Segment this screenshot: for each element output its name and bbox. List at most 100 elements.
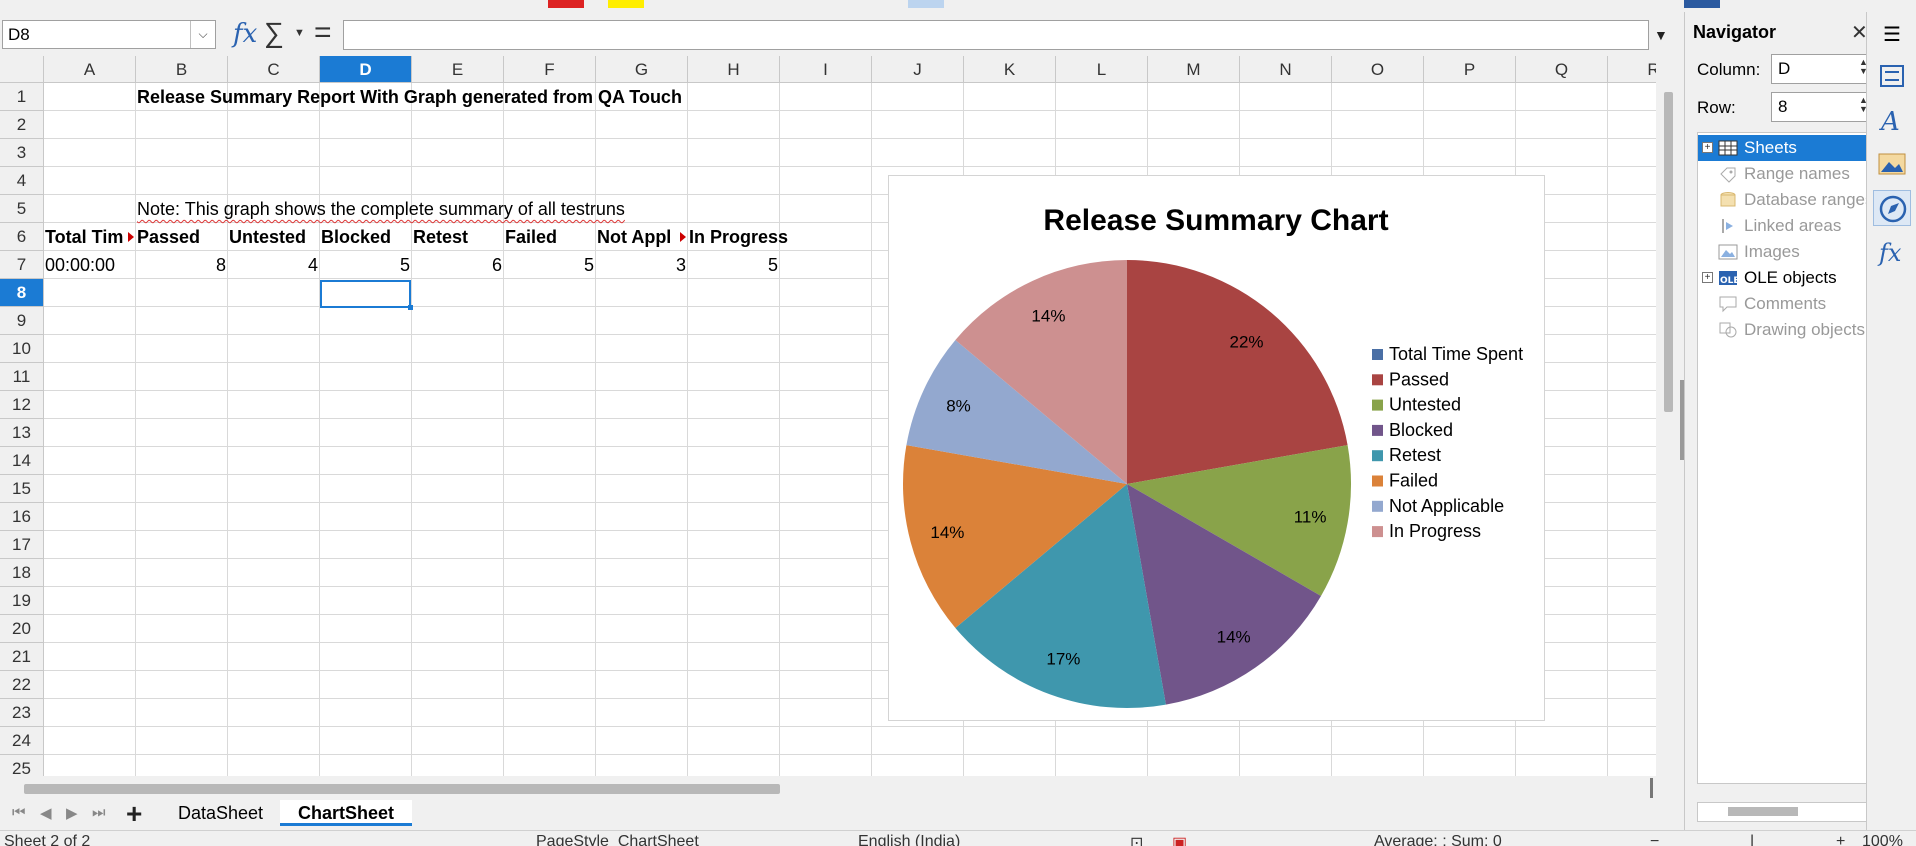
tab-chartsheet[interactable]: ChartSheet: [280, 800, 413, 826]
cell-G7[interactable]: 3: [596, 251, 686, 279]
formula-icon[interactable]: =: [314, 16, 332, 50]
column-header-M[interactable]: M: [1148, 56, 1240, 83]
zoom-out-icon[interactable]: −: [1650, 833, 1659, 846]
row-header-1[interactable]: 1: [0, 83, 44, 111]
column-header-P[interactable]: P: [1424, 56, 1516, 83]
navigator-item-comments[interactable]: Comments: [1698, 291, 1868, 317]
column-header-O[interactable]: O: [1332, 56, 1424, 83]
column-field[interactable]: D: [1771, 54, 1871, 84]
last-sheet-icon[interactable]: ⏭: [92, 804, 106, 821]
row-header-24[interactable]: 24: [0, 727, 44, 755]
column-header-F[interactable]: F: [504, 56, 596, 83]
document-modified-icon[interactable]: ▣: [1172, 833, 1187, 846]
column-header-A[interactable]: A: [44, 56, 136, 83]
row-header-14[interactable]: 14: [0, 447, 44, 475]
prev-sheet-icon[interactable]: ◀: [40, 804, 52, 822]
navigator-item-drawing-objects[interactable]: Drawing objects: [1698, 317, 1868, 343]
row-header-2[interactable]: 2: [0, 111, 44, 139]
tab-datasheet[interactable]: DataSheet: [160, 800, 281, 826]
row-header-6[interactable]: 6: [0, 223, 44, 251]
navigator-item-range-names[interactable]: Range names: [1698, 161, 1868, 187]
navigator-scrollbar[interactable]: [1697, 802, 1869, 822]
navigator-item-ole-objects[interactable]: + OLE OLE objects: [1698, 265, 1868, 291]
navigator-icon[interactable]: [1873, 190, 1911, 226]
row-header-3[interactable]: 3: [0, 139, 44, 167]
expand-icon[interactable]: +: [1702, 272, 1713, 283]
horizontal-scrollbar[interactable]: [0, 776, 1680, 798]
vertical-scroll-thumb[interactable]: [1664, 92, 1673, 412]
cell-C7[interactable]: 4: [228, 251, 318, 279]
row-header-7[interactable]: 7: [0, 251, 44, 279]
spreadsheet-grid[interactable]: ABCDEFGHIJKLMNOPQR 1 2 3 4 5 6 7 8 9 10 11 12 13 14 15…: [0, 56, 1656, 776]
select-all-corner[interactable]: [0, 56, 44, 83]
column-header-L[interactable]: L: [1056, 56, 1148, 83]
toolbar-button[interactable]: [1684, 0, 1720, 8]
row-header-18[interactable]: 18: [0, 559, 44, 587]
next-sheet-icon[interactable]: ▶: [66, 804, 78, 822]
formula-input[interactable]: [343, 20, 1649, 50]
vertical-scrollbar[interactable]: [1656, 56, 1680, 776]
column-header-Q[interactable]: Q: [1516, 56, 1608, 83]
column-header-I[interactable]: I: [780, 56, 872, 83]
first-sheet-icon[interactable]: ⏮: [12, 804, 26, 821]
column-header-K[interactable]: K: [964, 56, 1056, 83]
row-header-22[interactable]: 22: [0, 671, 44, 699]
zoom-in-icon[interactable]: +: [1836, 833, 1845, 846]
cell-C6[interactable]: Untested: [229, 223, 306, 251]
cell-B1[interactable]: Release Summary Report With Graph genera…: [137, 83, 682, 111]
cell-E7[interactable]: 6: [412, 251, 502, 279]
row-header-17[interactable]: 17: [0, 531, 44, 559]
pie-chart[interactable]: Release Summary Chart 22% 11% 14% 17% 14% 8% 1…: [888, 175, 1545, 721]
font-color-swatch[interactable]: [548, 0, 584, 8]
menu-icon[interactable]: ☰: [1883, 22, 1901, 47]
cell-A6[interactable]: Total Tim: [45, 223, 135, 251]
navigator-item-images[interactable]: Images: [1698, 239, 1868, 265]
row-field[interactable]: 8: [1771, 92, 1871, 122]
row-header-8[interactable]: 8: [0, 279, 44, 307]
highlight-color-swatch[interactable]: [608, 0, 644, 8]
cell-B6[interactable]: Passed: [137, 223, 200, 251]
expand-icon[interactable]: +: [1702, 142, 1713, 153]
zoom-level[interactable]: 100%: [1862, 833, 1903, 846]
split-handle[interactable]: [1650, 778, 1653, 798]
row-header-11[interactable]: 11: [0, 363, 44, 391]
cell-H7[interactable]: 5: [688, 251, 778, 279]
zoom-slider[interactable]: |: [1750, 833, 1754, 846]
cell-D6[interactable]: Blocked: [321, 223, 391, 251]
styles-icon[interactable]: A: [1873, 102, 1911, 138]
add-sheet-icon[interactable]: +: [126, 798, 142, 830]
row-header-10[interactable]: 10: [0, 335, 44, 363]
cell-B3[interactable]: Note: This graph shows the complete summ…: [137, 195, 625, 223]
cell-B7[interactable]: 8: [136, 251, 226, 279]
function-wizard-icon[interactable]: fx: [233, 19, 257, 49]
column-header-C[interactable]: C: [228, 56, 320, 83]
column-header-N[interactable]: N: [1240, 56, 1332, 83]
cell-cursor[interactable]: [320, 280, 411, 308]
cell-F7[interactable]: 5: [504, 251, 594, 279]
row-header-25[interactable]: 25: [0, 755, 44, 776]
sum-icon[interactable]: ∑: [264, 17, 284, 49]
row-header-13[interactable]: 13: [0, 419, 44, 447]
column-header-H[interactable]: H: [688, 56, 780, 83]
name-box[interactable]: D8: [2, 20, 216, 49]
chevron-down-icon[interactable]: ⌵: [190, 21, 215, 48]
navigator-scroll-thumb[interactable]: [1728, 807, 1798, 816]
navigator-tree[interactable]: + Sheets Range names Database ranges Linked …: [1697, 132, 1873, 784]
status-sum[interactable]: Average: ; Sum: 0: [1374, 833, 1502, 846]
column-header-D[interactable]: D: [320, 56, 412, 83]
row-header-4[interactable]: 4: [0, 167, 44, 195]
row-header-23[interactable]: 23: [0, 699, 44, 727]
navigator-item-database-ranges[interactable]: Database ranges: [1698, 187, 1873, 213]
column-header-G[interactable]: G: [596, 56, 688, 83]
column-header-J[interactable]: J: [872, 56, 964, 83]
status-language[interactable]: English (India): [858, 833, 960, 846]
row-header-15[interactable]: 15: [0, 475, 44, 503]
cell-F6[interactable]: Failed: [505, 223, 557, 251]
sum-dropdown-icon[interactable]: ▼: [294, 27, 305, 39]
cell-G6[interactable]: Not Appl: [597, 223, 683, 251]
row-header-21[interactable]: 21: [0, 643, 44, 671]
row-header-20[interactable]: 20: [0, 615, 44, 643]
navigator-item-sheets[interactable]: + Sheets: [1698, 135, 1868, 161]
expand-formula-icon[interactable]: ▼: [1654, 27, 1668, 43]
align-button[interactable]: [908, 0, 944, 8]
